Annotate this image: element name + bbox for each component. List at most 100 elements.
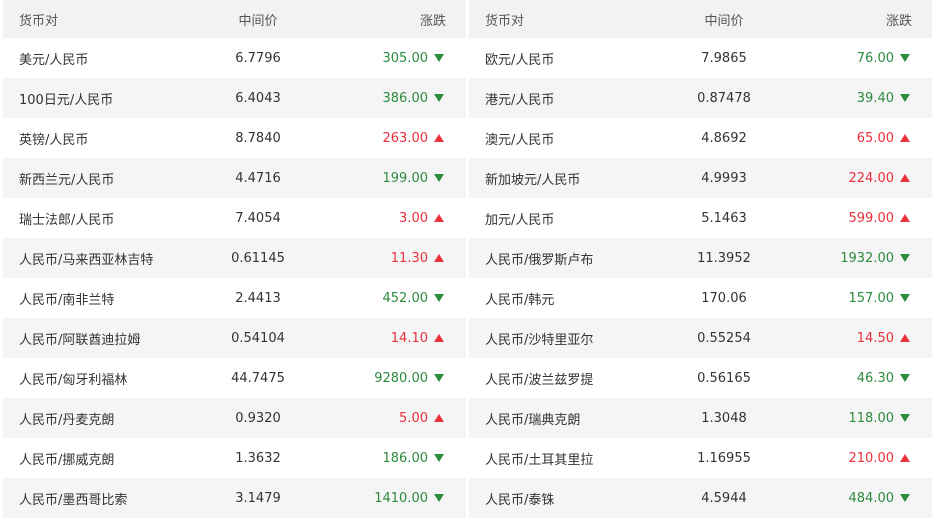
arrow-down-icon: [434, 494, 444, 502]
arrow-down-icon: [900, 494, 910, 502]
change-amount: 157.00: [848, 290, 895, 306]
arrow-up-icon: [434, 214, 444, 222]
currency-pair[interactable]: 100日元/人民币: [19, 78, 113, 118]
table-row: 瑞士法郎/人民币 7.4054 3.00: [3, 198, 466, 238]
table-row: 美元/人民币 6.7796 305.00: [3, 38, 466, 78]
currency-pair[interactable]: 人民币/俄罗斯卢布: [485, 238, 593, 278]
arrow-down-icon: [900, 374, 910, 382]
mid-price: 4.8692: [701, 130, 747, 146]
change-value: 386.00: [382, 78, 444, 118]
currency-pair[interactable]: 新西兰元/人民币: [19, 158, 114, 198]
currency-pair[interactable]: 人民币/匈牙利福林: [19, 358, 127, 398]
currency-pair[interactable]: 人民币/波兰兹罗提: [485, 358, 593, 398]
mid-price: 7.4054: [235, 210, 281, 226]
change-amount: 76.00: [856, 50, 894, 66]
currency-pair[interactable]: 港元/人民币: [485, 78, 554, 118]
mid-price: 4.5944: [701, 490, 747, 506]
header-mid: 中间价: [238, 13, 278, 29]
currency-pair[interactable]: 美元/人民币: [19, 38, 88, 78]
mid-price: 1.16955: [697, 450, 751, 466]
change-amount: 14.50: [856, 330, 894, 346]
table-row: 人民币/南非兰特 2.4413 452.00: [3, 278, 466, 318]
table-body: 欧元/人民币 7.9865 76.00 港元/人民币 0.87478 39.40 澳元/人民…: [469, 38, 932, 518]
table-row: 人民币/瑞典克朗 1.3048 118.00: [469, 398, 932, 438]
table-row: 加元/人民币 5.1463 599.00: [469, 198, 932, 238]
mid-price: 0.56165: [697, 370, 751, 386]
change-value: 1410.00: [374, 478, 444, 518]
table-row: 澳元/人民币 4.8692 65.00: [469, 118, 932, 158]
change-amount: 305.00: [382, 50, 429, 66]
change-amount: 263.00: [382, 130, 429, 146]
arrow-down-icon: [900, 294, 910, 302]
change-value: 1932.00: [840, 238, 910, 278]
currency-pair[interactable]: 人民币/土耳其里拉: [485, 438, 593, 478]
mid-price: 4.9993: [701, 170, 747, 186]
table-row: 人民币/丹麦克朗 0.9320 5.00: [3, 398, 466, 438]
currency-pair[interactable]: 人民币/沙特里亚尔: [485, 318, 593, 358]
table-row: 人民币/沙特里亚尔 0.55254 14.50: [469, 318, 932, 358]
change-amount: 46.30: [856, 370, 894, 386]
fx-rate-board: 货币对 中间价 涨跌 美元/人民币 6.7796 305.00 100日元/人民币 6.…: [0, 0, 932, 518]
change-amount: 386.00: [382, 90, 429, 106]
change-value: 210.00: [849, 438, 910, 478]
change-amount: 39.40: [856, 90, 894, 106]
arrow-down-icon: [434, 54, 444, 62]
arrow-up-icon: [900, 454, 910, 462]
change-value: 46.30: [857, 358, 910, 398]
table-row: 人民币/土耳其里拉 1.16955 210.00: [469, 438, 932, 478]
change-amount: 224.00: [848, 170, 895, 186]
change-amount: 3.00: [399, 210, 428, 226]
currency-pair[interactable]: 人民币/泰铢: [485, 478, 554, 518]
arrow-up-icon: [434, 254, 444, 262]
table-row: 人民币/马来西亚林吉特 0.61145 11.30: [3, 238, 466, 278]
change-value: 118.00: [848, 398, 910, 438]
table-row: 100日元/人民币 6.4043 386.00: [3, 78, 466, 118]
mid-price: 0.54104: [231, 330, 285, 346]
mid-price: 6.4043: [235, 90, 281, 106]
currency-pair[interactable]: 欧元/人民币: [485, 38, 554, 78]
arrow-up-icon: [900, 214, 910, 222]
table-row: 人民币/泰铢 4.5944 484.00: [469, 478, 932, 518]
change-amount: 199.00: [382, 170, 429, 186]
table-row: 欧元/人民币 7.9865 76.00: [469, 38, 932, 78]
change-value: 76.00: [857, 38, 910, 78]
table-body: 美元/人民币 6.7796 305.00 100日元/人民币 6.4043 386.00 英…: [3, 38, 466, 518]
change-amount: 118.00: [848, 410, 895, 426]
change-amount: 1410.00: [374, 490, 428, 506]
table-row: 人民币/韩元 170.06 157.00: [469, 278, 932, 318]
currency-pair[interactable]: 英镑/人民币: [19, 118, 88, 158]
header-pair: 货币对: [19, 13, 59, 29]
arrow-up-icon: [900, 174, 910, 182]
mid-price: 8.7840: [235, 130, 281, 146]
currency-pair[interactable]: 人民币/韩元: [485, 278, 554, 318]
arrow-down-icon: [900, 54, 910, 62]
change-value: 305.00: [382, 38, 444, 78]
change-value: 599.00: [849, 198, 910, 238]
currency-pair[interactable]: 人民币/马来西亚林吉特: [19, 238, 153, 278]
currency-pair[interactable]: 人民币/南非兰特: [19, 278, 114, 318]
change-value: 39.40: [857, 78, 910, 118]
header-change: 涨跌: [885, 13, 912, 29]
change-value: 199.00: [382, 158, 444, 198]
change-amount: 452.00: [382, 290, 429, 306]
currency-pair[interactable]: 瑞士法郎/人民币: [19, 198, 114, 238]
currency-pair[interactable]: 人民币/挪威克朗: [19, 438, 114, 478]
currency-pair[interactable]: 人民币/阿联酋迪拉姆: [19, 318, 140, 358]
mid-price: 3.1479: [235, 490, 281, 506]
currency-pair[interactable]: 加元/人民币: [485, 198, 554, 238]
currency-pair[interactable]: 澳元/人民币: [485, 118, 554, 158]
currency-pair[interactable]: 人民币/丹麦克朗: [19, 398, 114, 438]
currency-pair[interactable]: 人民币/墨西哥比索: [19, 478, 127, 518]
header-mid: 中间价: [704, 13, 744, 29]
change-amount: 9280.00: [374, 370, 428, 386]
change-amount: 5.00: [399, 410, 428, 426]
currency-pair[interactable]: 新加坡元/人民币: [485, 158, 580, 198]
change-value: 3.00: [399, 198, 444, 238]
table-row: 新西兰元/人民币 4.4716 199.00: [3, 158, 466, 198]
currency-pair[interactable]: 人民币/瑞典克朗: [485, 398, 580, 438]
change-amount: 65.00: [856, 130, 894, 146]
table-row: 英镑/人民币 8.7840 263.00: [3, 118, 466, 158]
arrow-up-icon: [434, 414, 444, 422]
arrow-up-icon: [434, 134, 444, 142]
change-amount: 1932.00: [840, 250, 894, 266]
